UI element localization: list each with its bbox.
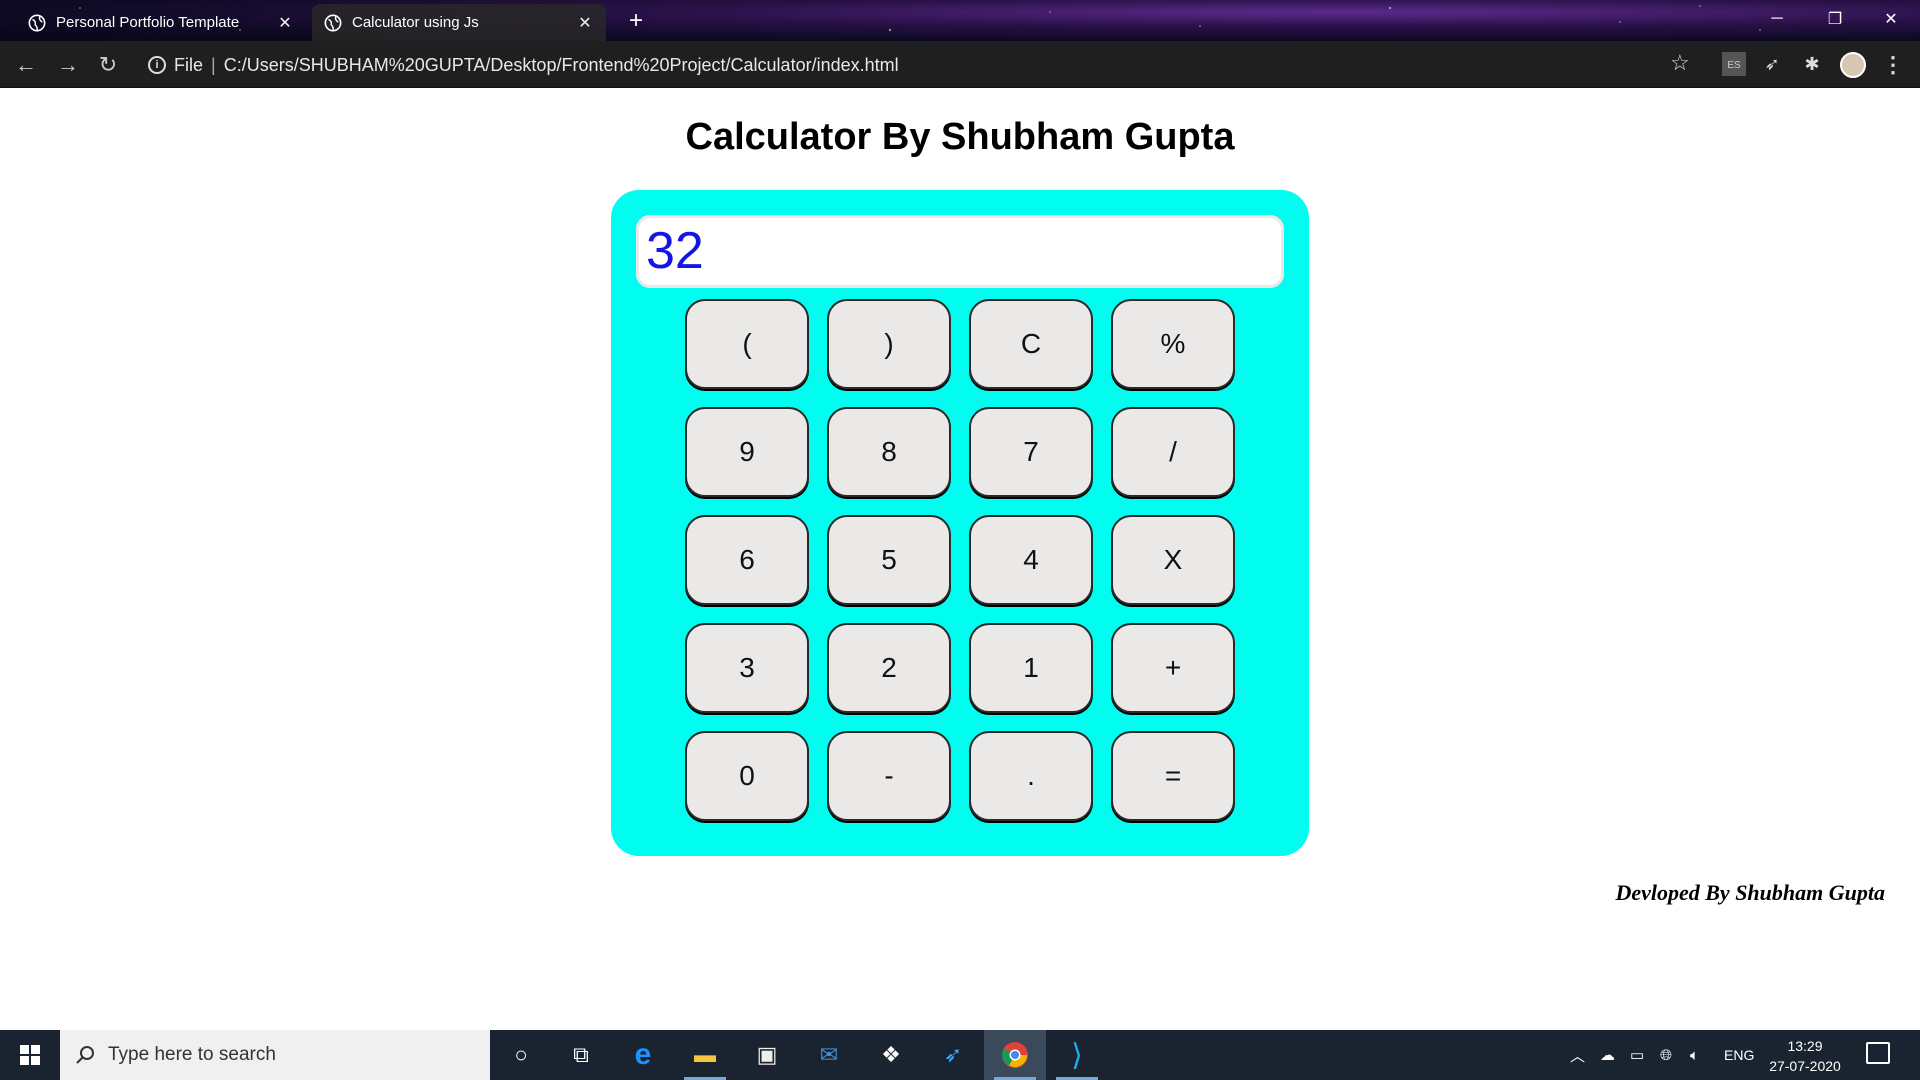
taskbar-clock[interactable]: 13:29 27-07-2020: [1760, 1036, 1850, 1076]
tray-chevron-icon[interactable]: ︿: [1570, 1030, 1585, 1080]
extensions-puzzle-icon[interactable]: ✱: [1800, 52, 1824, 76]
calc-key[interactable]: 5: [827, 515, 951, 605]
notification-icon[interactable]: [1866, 1042, 1890, 1064]
forward-arrow-icon[interactable]: →: [52, 49, 84, 81]
dropbox-icon[interactable]: ❖: [860, 1030, 922, 1080]
clock-time: 13:29: [1787, 1038, 1823, 1054]
store-icon[interactable]: ▣: [736, 1030, 798, 1080]
calc-key[interactable]: ): [827, 299, 951, 389]
browser-tab-strip: Personal Portfolio Template ✕ Calculator…: [0, 0, 1920, 41]
address-url: C:/Users/SHUBHAM%20GUPTA/Desktop/Fronten…: [223, 54, 899, 75]
tab-close-icon[interactable]: ✕: [576, 13, 594, 33]
volume-icon[interactable]: 🔈︎: [1690, 1030, 1699, 1080]
browser-menu-icon[interactable]: ⋮: [1882, 52, 1904, 78]
profile-avatar[interactable]: [1840, 52, 1866, 78]
battery-icon[interactable]: ▭: [1630, 1030, 1644, 1080]
mail-icon[interactable]: ✉: [798, 1030, 860, 1080]
calc-key[interactable]: C: [969, 299, 1093, 389]
reload-icon[interactable]: ↻: [92, 49, 124, 81]
bookmark-star-icon[interactable]: ☆: [1670, 50, 1690, 76]
task-view-icon[interactable]: ⧉: [550, 1030, 612, 1080]
globe-icon: [28, 14, 46, 31]
calculator: 32 () C% 9 8 7/6 5 4 X 3 2 1 +0-. =: [611, 190, 1309, 856]
page-title: Calculator By Shubham Gupta: [685, 116, 1235, 158]
network-icon[interactable]: 🌐︎: [1660, 1030, 1672, 1080]
tab-title: Personal Portfolio Template: [56, 14, 240, 31]
calc-key[interactable]: 0: [685, 731, 809, 821]
calc-key[interactable]: /: [1111, 407, 1235, 497]
window-minimize-icon[interactable]: ─: [1748, 0, 1806, 38]
calculator-display: 32: [636, 215, 1284, 288]
search-icon: [76, 1046, 94, 1064]
calc-key[interactable]: -: [827, 731, 951, 821]
calc-key[interactable]: %: [1111, 299, 1235, 389]
calc-key[interactable]: 2: [827, 623, 951, 713]
tab-title: Calculator using Js: [352, 14, 479, 31]
calc-key[interactable]: (: [685, 299, 809, 389]
onedrive-icon[interactable]: ☁: [1600, 1030, 1615, 1080]
search-placeholder: Type here to search: [108, 1044, 276, 1065]
back-arrow-icon[interactable]: ←: [10, 49, 42, 81]
calc-key[interactable]: =: [1111, 731, 1235, 821]
clock-date: 27-07-2020: [1769, 1058, 1841, 1074]
chrome-icon[interactable]: [984, 1030, 1046, 1080]
info-icon[interactable]: i: [148, 56, 166, 74]
cortana-icon[interactable]: ○: [490, 1030, 552, 1080]
calc-key[interactable]: 1: [969, 623, 1093, 713]
windows-taskbar: Type here to search ○ ⧉ e ▬ ▣ ✉ ❖ ➶ ⟩ ︿ …: [0, 1030, 1920, 1080]
taskbar-search-box[interactable]: Type here to search: [60, 1030, 490, 1080]
windows-start-icon[interactable]: [0, 1030, 60, 1080]
new-tab-plus-icon[interactable]: +: [622, 8, 650, 36]
file-explorer-icon[interactable]: ▬: [674, 1030, 736, 1080]
calc-key[interactable]: 6: [685, 515, 809, 605]
calc-key[interactable]: 7: [969, 407, 1093, 497]
globe-icon: [324, 14, 342, 31]
window-restore-icon[interactable]: ❐: [1806, 0, 1864, 38]
developer-credit: Devloped By Shubham Gupta: [1615, 880, 1885, 905]
calc-key[interactable]: 8: [827, 407, 951, 497]
address-scheme-label: File: [174, 54, 204, 75]
calc-key[interactable]: 9: [685, 407, 809, 497]
calc-key[interactable]: X: [1111, 515, 1235, 605]
vscode-icon[interactable]: ⟩: [1046, 1030, 1108, 1080]
address-bar[interactable]: i File | C:/Users/SHUBHAM%20GUPTA/Deskto…: [136, 47, 1706, 83]
calc-key[interactable]: 3: [685, 623, 809, 713]
calc-key[interactable]: 4: [969, 515, 1093, 605]
tab-calculator[interactable]: Calculator using Js ✕: [312, 4, 606, 41]
edge-icon[interactable]: e: [612, 1030, 674, 1080]
window-close-icon[interactable]: ✕: [1862, 0, 1920, 38]
extension-es-icon[interactable]: ES: [1722, 52, 1746, 76]
calc-key[interactable]: .: [969, 731, 1093, 821]
extension-swift-icon[interactable]: ➶: [1760, 52, 1784, 76]
swift-app-icon[interactable]: ➶: [922, 1030, 984, 1080]
address-separator: |: [211, 54, 216, 75]
calc-key[interactable]: +: [1111, 623, 1235, 713]
browser-toolbar: ← → ↻ i File | C:/Users/SHUBHAM%20GUPTA/…: [0, 41, 1920, 88]
tab-close-icon[interactable]: ✕: [276, 13, 294, 33]
language-indicator[interactable]: ENG: [1724, 1030, 1754, 1080]
chrome-logo-icon: [1002, 1042, 1028, 1068]
tab-personal-portfolio[interactable]: Personal Portfolio Template ✕: [16, 4, 306, 41]
